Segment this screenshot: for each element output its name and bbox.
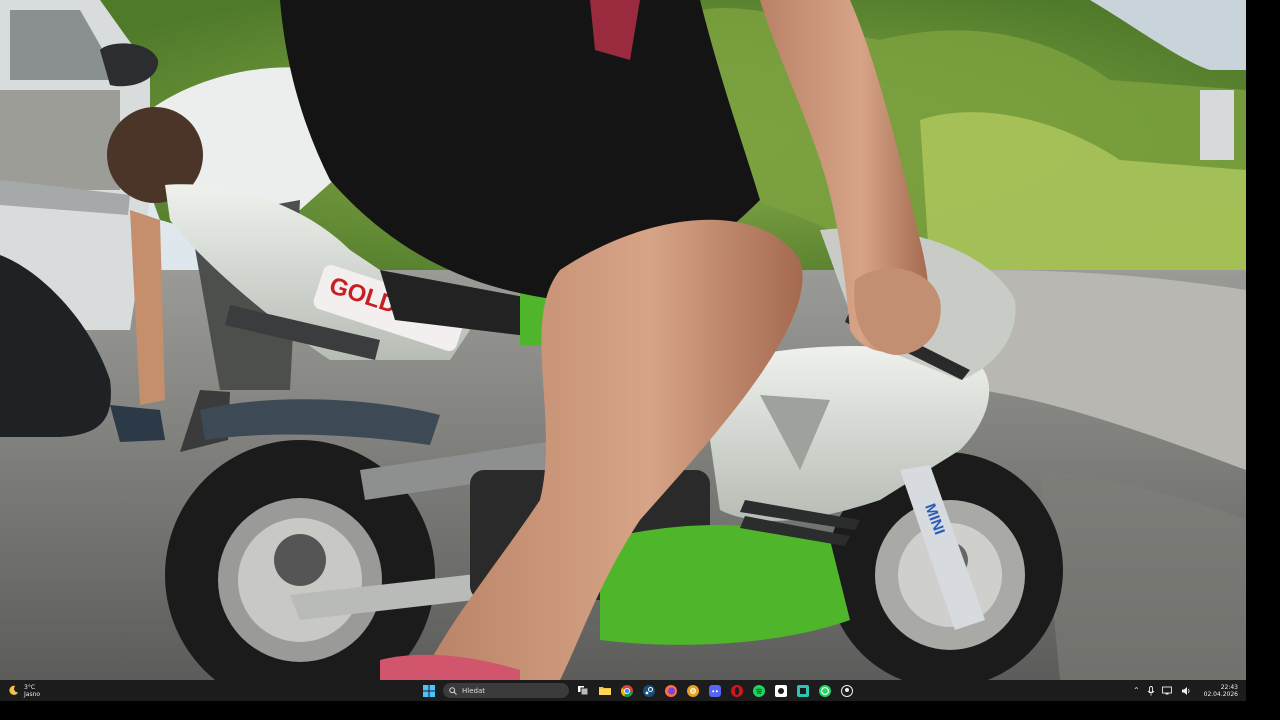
- opera-icon: [731, 684, 743, 697]
- chrome-button[interactable]: [619, 683, 635, 699]
- task-view-icon: [577, 685, 589, 696]
- lower-fairing: [600, 525, 850, 645]
- opera-button[interactable]: [729, 683, 745, 699]
- folder-icon: [599, 687, 611, 695]
- media-app-button[interactable]: [795, 683, 811, 699]
- taskbar: 3°C Jasno Hledat ⌃ 22:43 02.04.2026: [0, 680, 1246, 701]
- github-icon: [841, 684, 853, 697]
- chrome-icon: [621, 684, 633, 697]
- discord-icon: [709, 684, 721, 697]
- spotify-button[interactable]: [751, 683, 767, 699]
- chrome-canary-button[interactable]: [685, 683, 701, 699]
- weather-temperature: 3°C: [24, 683, 36, 691]
- whatsapp-button[interactable]: [817, 683, 833, 699]
- clock-date: 02.04.2026: [1203, 690, 1238, 698]
- distant-building: [1200, 90, 1234, 160]
- steam-icon: [643, 684, 655, 697]
- start-button[interactable]: [421, 683, 437, 699]
- clock[interactable]: 22:43 02.04.2026: [1204, 684, 1238, 698]
- media-app-icon: [797, 684, 809, 697]
- weather-widget[interactable]: 3°C Jasno: [8, 682, 40, 699]
- microphone-icon[interactable]: [1147, 685, 1155, 696]
- discord-button[interactable]: [707, 683, 723, 699]
- screen: GOLD MINI 3°C Jasno Hledat ⌃ 22:43 02.04…: [0, 0, 1280, 720]
- whatsapp-icon: [819, 684, 831, 697]
- rear-hub: [274, 534, 326, 586]
- video-frame[interactable]: GOLD MINI: [0, 0, 1246, 680]
- taskbar-center: Hledat: [421, 682, 855, 699]
- file-explorer-button[interactable]: [597, 683, 613, 699]
- system-tray: ⌃ 22:43 02.04.2026: [1133, 682, 1238, 699]
- steam-alt-button[interactable]: [773, 683, 789, 699]
- taskbar-search-box[interactable]: Hledat: [443, 683, 569, 698]
- weather-condition: Jasno: [24, 690, 41, 698]
- firefox-button[interactable]: [663, 683, 679, 699]
- search-placeholder: Hledat: [462, 686, 485, 695]
- volume-icon[interactable]: [1181, 686, 1191, 696]
- network-icon[interactable]: [1161, 686, 1174, 696]
- spotify-icon: [753, 684, 765, 697]
- tray-overflow-chevron-icon[interactable]: ⌃: [1133, 686, 1140, 695]
- clock-time: 22:43: [1220, 683, 1238, 691]
- task-view-button[interactable]: [575, 683, 591, 699]
- github-button[interactable]: [839, 683, 855, 699]
- moon-icon: [9, 685, 19, 695]
- video-scene: GOLD MINI: [0, 0, 1246, 680]
- windows-logo-icon: [423, 684, 435, 697]
- firefox-icon: [665, 684, 677, 697]
- car-reflection: [0, 90, 120, 190]
- steam-alt-icon: [775, 684, 787, 697]
- steam-button[interactable]: [641, 683, 657, 699]
- search-icon: [449, 686, 457, 695]
- chrome-canary-icon: [687, 684, 699, 697]
